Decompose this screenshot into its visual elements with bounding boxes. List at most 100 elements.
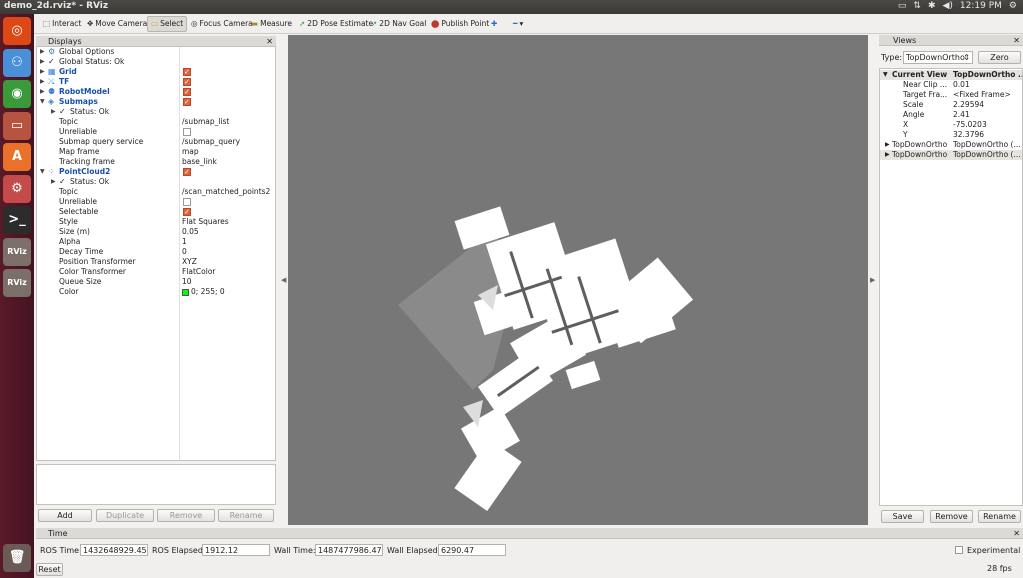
- tree-row-global-status[interactable]: ▶ ✓ Global Status: Ok: [37, 57, 275, 67]
- remove-display-button[interactable]: Remove: [157, 509, 215, 522]
- nav-goal-tool[interactable]: ➚ 2D Nav Goal: [368, 16, 429, 32]
- tree-row-grid[interactable]: ▶ ▦ Grid: [37, 67, 275, 77]
- expand-arrow-icon[interactable]: ▶: [885, 150, 890, 160]
- prop-value[interactable]: /submap_query: [182, 137, 240, 147]
- expand-arrow-icon[interactable]: ▶: [40, 87, 45, 97]
- close-icon[interactable]: ✕: [1013, 35, 1020, 46]
- prop-value[interactable]: 0.05: [182, 227, 199, 237]
- system-settings-icon[interactable]: ⚙: [3, 174, 31, 203]
- reset-button[interactable]: Reset: [36, 563, 63, 576]
- trash-icon[interactable]: 🗑: [3, 544, 31, 572]
- add-display-button[interactable]: Add: [38, 509, 92, 522]
- display-icon[interactable]: ▭: [898, 1, 907, 11]
- expand-arrow-icon[interactable]: ▶: [40, 47, 45, 57]
- tree-row-prop[interactable]: Color Transformer FlatColor: [37, 267, 275, 277]
- zero-button[interactable]: Zero: [978, 51, 1021, 64]
- tree-row-prop[interactable]: Topic /submap_list: [37, 117, 275, 127]
- expand-arrow-icon[interactable]: ▶: [40, 77, 45, 87]
- prop-value[interactable]: 32.3796: [953, 130, 1022, 140]
- submaps-enabled-checkbox[interactable]: [183, 97, 191, 107]
- tree-row-tf[interactable]: ▶ ⤯ TF: [37, 77, 275, 87]
- collapse-arrow-icon[interactable]: ▼: [40, 97, 45, 107]
- tree-row-prop[interactable]: Queue Size 10: [37, 277, 275, 287]
- files-icon[interactable]: ▭: [3, 111, 31, 140]
- tree-row-prop[interactable]: Alpha 1: [37, 237, 275, 247]
- tf-enabled-checkbox[interactable]: [183, 77, 191, 87]
- terminal-icon[interactable]: >_: [3, 206, 31, 234]
- prop-value[interactable]: /submap_list: [182, 117, 229, 127]
- unreliable-checkbox[interactable]: [183, 198, 191, 206]
- expand-arrow-icon[interactable]: ▶: [51, 107, 56, 117]
- prop-value[interactable]: 0: [182, 247, 187, 257]
- prop-value[interactable]: XYZ: [182, 257, 197, 267]
- select-tool[interactable]: ▭ Select: [147, 16, 188, 32]
- prop-value[interactable]: Flat Squares: [182, 217, 229, 227]
- saved-view-row[interactable]: ▶ TopDownOrtho TopDownOrtho (...: [880, 140, 1022, 150]
- view-prop-row[interactable]: X -75.0203: [880, 120, 1022, 130]
- prop-value[interactable]: 1: [182, 237, 187, 247]
- color-value[interactable]: 0; 255; 0: [182, 287, 225, 297]
- expand-arrow-icon[interactable]: ▶: [40, 67, 45, 77]
- tree-row-prop[interactable]: Unreliable: [37, 197, 275, 207]
- pidgin-icon[interactable]: ⚇: [3, 48, 31, 77]
- prop-value[interactable]: -75.0203: [953, 120, 1022, 130]
- splitter-arrow-icon[interactable]: ◀: [281, 276, 286, 284]
- tree-row-submaps-status[interactable]: ▶ ✓ Status: Ok: [37, 107, 275, 117]
- tree-row-prop[interactable]: Position Transformer XYZ: [37, 257, 275, 267]
- wall-elapsed-field[interactable]: 6290.47: [438, 544, 506, 556]
- selectable-checkbox[interactable]: [183, 207, 191, 217]
- expand-arrow-icon[interactable]: ▶: [885, 140, 890, 150]
- save-view-button[interactable]: Save: [881, 510, 924, 523]
- pointcloud2-enabled-checkbox[interactable]: [183, 167, 191, 177]
- view-prop-row[interactable]: Near Clip ... 0.01: [880, 80, 1022, 90]
- splitter-arrow-icon[interactable]: ▶: [870, 276, 875, 284]
- measure-tool[interactable]: ▬ Measure: [248, 16, 295, 32]
- prop-value[interactable]: /scan_matched_points2: [182, 187, 270, 197]
- tree-row-prop[interactable]: Tracking frame base_link: [37, 157, 275, 167]
- tree-row-prop[interactable]: Selectable: [37, 207, 275, 217]
- clock[interactable]: 12:19 PM: [960, 1, 1002, 11]
- unreliable-checkbox[interactable]: [183, 128, 191, 136]
- tree-row-prop[interactable]: Size (m) 0.05: [37, 227, 275, 237]
- remove-view-button[interactable]: Remove: [930, 510, 973, 523]
- render-viewport[interactable]: [288, 35, 868, 525]
- collapse-arrow-icon[interactable]: ▼: [40, 167, 45, 177]
- experimental-checkbox[interactable]: [955, 546, 963, 554]
- prop-value[interactable]: map: [182, 147, 199, 157]
- settings-icon[interactable]: ⚙: [1009, 1, 1017, 11]
- view-prop-row[interactable]: Y 32.3796: [880, 130, 1022, 140]
- remove-tool-button[interactable]: ━ ▾: [510, 16, 526, 32]
- interact-tool[interactable]: ⬚ Interact: [40, 16, 84, 32]
- collapse-arrow-icon[interactable]: ▼: [883, 70, 888, 80]
- tree-row-prop[interactable]: Map frame map: [37, 147, 275, 157]
- saved-view-row[interactable]: ▶ TopDownOrtho TopDownOrtho (...: [880, 150, 1022, 160]
- wall-time-field[interactable]: 1487477986.47: [315, 544, 383, 556]
- tree-row-robotmodel[interactable]: ▶ ⚉ RobotModel: [37, 87, 275, 97]
- rviz-icon[interactable]: RViz: [3, 237, 31, 266]
- view-prop-row[interactable]: Angle 2.41: [880, 110, 1022, 120]
- tree-row-prop[interactable]: Decay Time 0: [37, 247, 275, 257]
- prop-value[interactable]: 2.29594: [953, 100, 1022, 110]
- expand-arrow-icon[interactable]: ▶: [40, 57, 45, 67]
- tree-row-global-options[interactable]: ▶ ⚙ Global Options: [37, 47, 275, 57]
- prop-value[interactable]: 2.41: [953, 110, 1022, 120]
- tree-row-prop[interactable]: Submap query service /submap_query: [37, 137, 275, 147]
- robotmodel-enabled-checkbox[interactable]: [183, 87, 191, 97]
- focus-camera-tool[interactable]: ◎ Focus Camera: [188, 16, 256, 32]
- view-type-select[interactable]: TopDownOrtho ⇕: [903, 51, 973, 64]
- tree-row-prop[interactable]: Unreliable: [37, 127, 275, 137]
- move-camera-tool[interactable]: ✥ Move Camera: [84, 16, 150, 32]
- prop-value[interactable]: <Fixed Frame>: [953, 90, 1022, 100]
- ubuntu-dash-icon[interactable]: ◎: [3, 17, 31, 45]
- tree-row-pointcloud2[interactable]: ▼ ⁘ PointCloud2: [37, 167, 275, 177]
- rename-display-button[interactable]: Rename: [218, 509, 274, 522]
- network-icon[interactable]: ⇅: [913, 1, 921, 11]
- chrome-icon[interactable]: ◉: [3, 80, 31, 108]
- duplicate-display-button[interactable]: Duplicate: [96, 509, 154, 522]
- tree-row-submaps[interactable]: ▼ ◈ Submaps: [37, 97, 275, 107]
- pose-estimate-tool[interactable]: ➚ 2D Pose Estimate: [296, 16, 376, 32]
- ros-time-field[interactable]: 1432648929.45: [80, 544, 148, 556]
- publish-point-tool[interactable]: ⬤ Publish Point: [428, 16, 492, 32]
- prop-value[interactable]: FlatColor: [182, 267, 216, 277]
- add-tool-button[interactable]: ✚: [488, 16, 500, 32]
